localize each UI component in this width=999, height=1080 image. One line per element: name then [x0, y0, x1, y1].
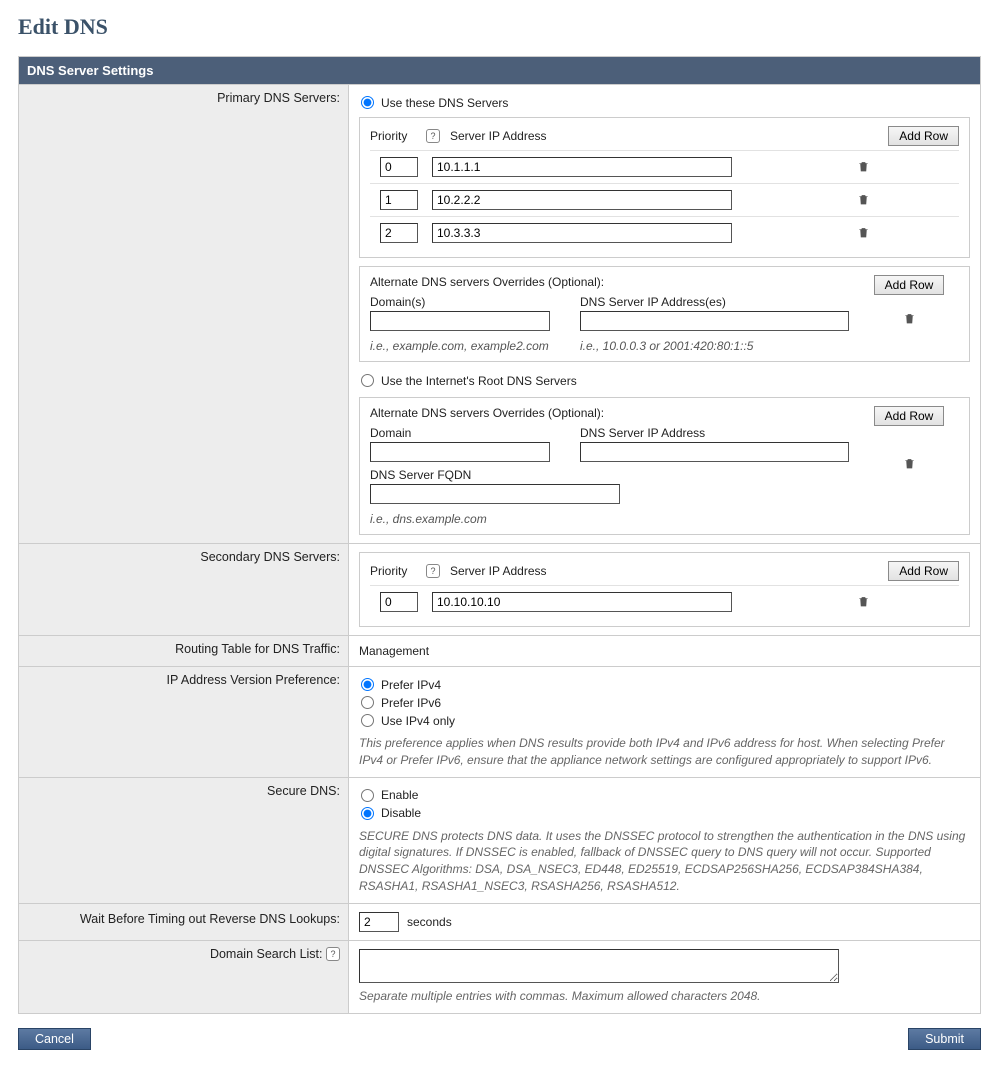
col-server-ip: Server IP Address — [450, 564, 547, 578]
table-row — [370, 585, 959, 618]
action-buttons: Cancel Submit — [18, 1028, 981, 1050]
add-row-button[interactable]: Add Row — [874, 406, 945, 426]
ippref-label: IP Address Version Preference: — [19, 667, 349, 778]
alt2-domain-label: Domain — [370, 426, 550, 440]
help-icon[interactable]: ? — [426, 129, 440, 143]
section-header: DNS Server Settings — [19, 57, 981, 85]
secure-desc: SECURE DNS protects DNS data. It uses th… — [359, 828, 970, 895]
wait-label: Wait Before Timing out Reverse DNS Looku… — [19, 903, 349, 940]
alt2-domain-input[interactable] — [370, 442, 550, 462]
alt-overrides-box-2: Alternate DNS servers Overrides (Optiona… — [359, 397, 970, 535]
primary-label: Primary DNS Servers: — [19, 85, 349, 544]
radio-secure-disable[interactable] — [361, 807, 374, 820]
dns-settings-table: DNS Server Settings Primary DNS Servers:… — [18, 56, 981, 1014]
alt1-hint-ip: i.e., 10.0.0.3 or 2001:420:80:1::5 — [580, 339, 849, 353]
trash-icon[interactable] — [857, 159, 871, 175]
secondary-value-cell: Priority ? Server IP Address Add Row — [349, 544, 981, 636]
radio-prefer-ipv4-label: Prefer IPv4 — [381, 678, 441, 692]
priority-input[interactable] — [380, 592, 418, 612]
table-row — [370, 183, 959, 216]
submit-button[interactable]: Submit — [908, 1028, 981, 1050]
add-row-button[interactable]: Add Row — [888, 126, 959, 146]
radio-secure-enable[interactable] — [361, 789, 374, 802]
search-textarea[interactable] — [359, 949, 839, 983]
alt2-fqdn-label: DNS Server FQDN — [370, 468, 849, 482]
primary-value-cell: Use these DNS Servers Priority ? Server … — [349, 85, 981, 544]
alt2-fqdn-input[interactable] — [370, 484, 620, 504]
routing-value: Management — [349, 636, 981, 667]
radio-use-these-label: Use these DNS Servers — [381, 96, 508, 110]
alt1-hint-domain: i.e., example.com, example2.com — [370, 339, 550, 353]
help-icon[interactable]: ? — [326, 947, 340, 961]
priority-input[interactable] — [380, 157, 418, 177]
trash-icon[interactable] — [857, 225, 871, 241]
trash-icon[interactable] — [902, 311, 916, 327]
radio-ipv4-only-label: Use IPv4 only — [381, 714, 455, 728]
wait-input[interactable] — [359, 912, 399, 932]
ippref-desc: This preference applies when DNS results… — [359, 735, 970, 769]
page-title: Edit DNS — [18, 14, 981, 40]
priority-input[interactable] — [380, 223, 418, 243]
ippref-cell: Prefer IPv4 Prefer IPv6 Use IPv4 only Th… — [349, 667, 981, 778]
trash-icon[interactable] — [902, 456, 916, 472]
alt2-title: Alternate DNS servers Overrides (Optiona… — [370, 406, 849, 420]
alt2-ip-label: DNS Server IP Address — [580, 426, 849, 440]
routing-label: Routing Table for DNS Traffic: — [19, 636, 349, 667]
radio-secure-enable-label: Enable — [381, 788, 418, 802]
secure-label: Secure DNS: — [19, 777, 349, 903]
col-server-ip: Server IP Address — [450, 129, 547, 143]
radio-prefer-ipv4[interactable] — [361, 678, 374, 691]
secondary-servers-box: Priority ? Server IP Address Add Row — [359, 552, 970, 627]
search-label-cell: Domain Search List: ? — [19, 940, 349, 1013]
server-ip-input[interactable] — [432, 190, 732, 210]
alt1-title: Alternate DNS servers Overrides (Optiona… — [370, 275, 849, 289]
cancel-button[interactable]: Cancel — [18, 1028, 91, 1050]
col-priority: Priority — [370, 129, 422, 143]
trash-icon[interactable] — [857, 594, 871, 610]
search-label: Domain Search List: — [210, 947, 323, 961]
search-hint: Separate multiple entries with commas. M… — [359, 988, 970, 1005]
trash-icon[interactable] — [857, 192, 871, 208]
alt2-ip-input[interactable] — [580, 442, 849, 462]
table-row — [370, 216, 959, 249]
alt1-ip-label: DNS Server IP Address(es) — [580, 295, 849, 309]
radio-use-root[interactable] — [361, 374, 374, 387]
secondary-label: Secondary DNS Servers: — [19, 544, 349, 636]
server-ip-input[interactable] — [432, 592, 732, 612]
radio-use-these[interactable] — [361, 96, 374, 109]
alt-overrides-box-1: Alternate DNS servers Overrides (Optiona… — [359, 266, 970, 362]
server-ip-input[interactable] — [432, 223, 732, 243]
alt1-domain-label: Domain(s) — [370, 295, 550, 309]
wait-unit: seconds — [407, 915, 452, 929]
table-row — [370, 150, 959, 183]
primary-servers-box: Priority ? Server IP Address Add Row — [359, 117, 970, 258]
alt1-domain-input[interactable] — [370, 311, 550, 331]
radio-prefer-ipv6-label: Prefer IPv6 — [381, 696, 441, 710]
search-cell: Separate multiple entries with commas. M… — [349, 940, 981, 1013]
server-ip-input[interactable] — [432, 157, 732, 177]
alt2-hint-fqdn: i.e., dns.example.com — [370, 512, 849, 526]
radio-ipv4-only[interactable] — [361, 714, 374, 727]
priority-input[interactable] — [380, 190, 418, 210]
col-priority: Priority — [370, 564, 422, 578]
radio-prefer-ipv6[interactable] — [361, 696, 374, 709]
alt1-ip-input[interactable] — [580, 311, 849, 331]
add-row-button[interactable]: Add Row — [888, 561, 959, 581]
radio-use-root-label: Use the Internet's Root DNS Servers — [381, 374, 577, 388]
radio-secure-disable-label: Disable — [381, 806, 421, 820]
wait-cell: seconds — [349, 903, 981, 940]
help-icon[interactable]: ? — [426, 564, 440, 578]
add-row-button[interactable]: Add Row — [874, 275, 945, 295]
secure-cell: Enable Disable SECURE DNS protects DNS d… — [349, 777, 981, 903]
